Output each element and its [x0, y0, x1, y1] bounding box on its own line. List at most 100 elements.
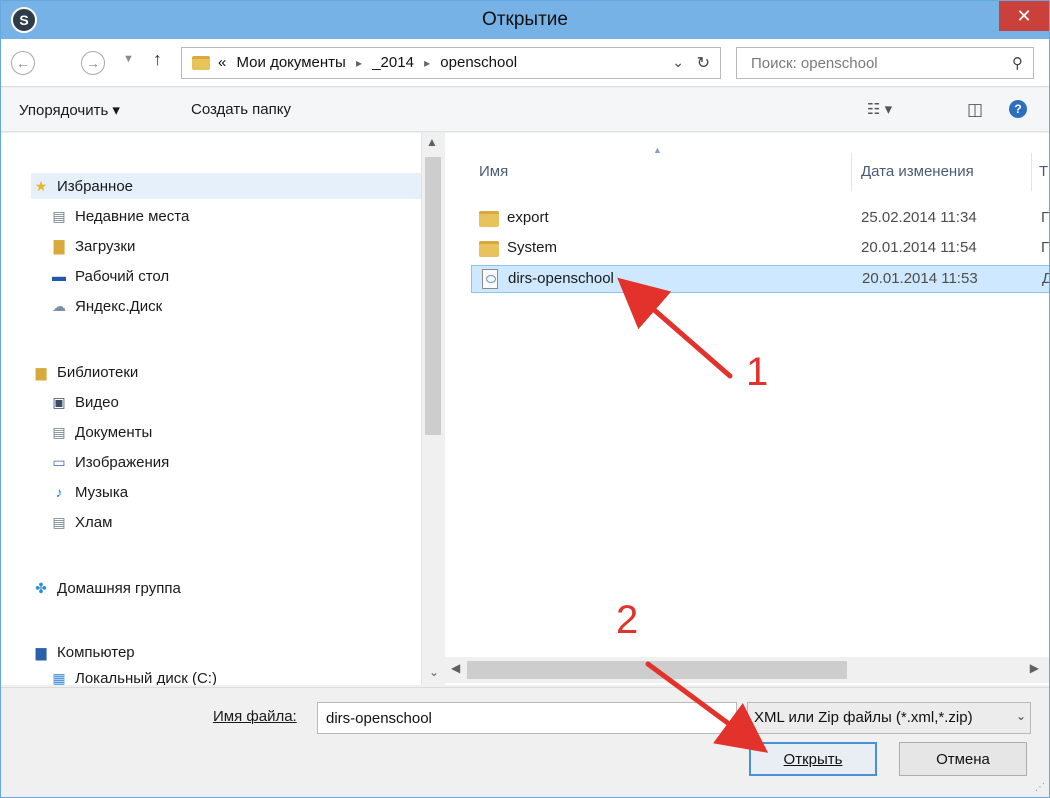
folder-icon: [479, 211, 499, 227]
downloads-folder-icon: ▇: [53, 237, 65, 254]
new-folder-button[interactable]: Создать папку: [191, 101, 291, 118]
sidebar-item-video[interactable]: ▣ Видео: [49, 389, 119, 415]
breadcrumb-overflow[interactable]: «: [218, 54, 226, 71]
sidebar-item-downloads[interactable]: ▇ Загрузки: [49, 233, 136, 259]
file-type: Г: [1041, 239, 1049, 256]
file-row-dirs-openschool[interactable]: dirs-openschool 20.01.2014 11:53 Д: [471, 265, 1049, 293]
local-disk-icon: ▦: [52, 669, 66, 686]
sidebar-item-local-disk[interactable]: ▦ Локальный диск (C:): [49, 665, 217, 686]
help-icon[interactable]: ?: [1009, 100, 1027, 118]
back-button[interactable]: ←: [11, 51, 35, 75]
star-icon: ★: [34, 177, 48, 194]
file-type-select[interactable]: XML или Zip файлы (*.xml,*.zip) ⌄: [747, 702, 1031, 734]
pictures-library-icon: ▭: [52, 453, 66, 470]
file-name: export: [507, 209, 549, 226]
folder-icon: [192, 56, 210, 70]
xml-document-icon: [482, 269, 498, 289]
sidebar-item-label: Рабочий стол: [75, 267, 170, 285]
breadcrumb-openschool[interactable]: openschool: [440, 54, 517, 71]
search-icon[interactable]: ⚲: [1012, 54, 1023, 72]
back-arrow-icon: ←: [16, 55, 30, 71]
scroll-right-icon[interactable]: ▶: [1030, 661, 1039, 675]
sidebar-item-yandex-disk[interactable]: ☁ Яндекс.Диск: [49, 293, 162, 319]
annotation-step-2: 2: [616, 598, 639, 642]
organize-button[interactable]: Упорядочить ▾: [19, 101, 120, 119]
sidebar-item-label: Документы: [75, 423, 153, 441]
scrollbar-thumb[interactable]: [467, 661, 847, 679]
column-header-name[interactable]: Имя: [479, 163, 508, 180]
computer-icon: ▆: [35, 643, 47, 660]
breadcrumb-separator-icon[interactable]: ▸: [356, 56, 362, 70]
file-type: Г: [1041, 209, 1049, 226]
breadcrumb-separator-icon[interactable]: ▸: [424, 56, 430, 70]
sidebar-item-label: Недавние места: [75, 207, 190, 225]
title-bar: S Открытие ✕: [1, 1, 1049, 39]
breadcrumb-2014[interactable]: _2014: [372, 54, 414, 71]
sidebar-computer[interactable]: ▆ Компьютер: [31, 639, 135, 665]
cloud-drive-icon: ☁: [52, 297, 66, 314]
file-name: System: [507, 239, 558, 256]
column-divider[interactable]: [851, 153, 852, 191]
sidebar-libraries[interactable]: ▆ Библиотеки: [31, 359, 139, 385]
scrollbar-thumb[interactable]: [425, 157, 441, 435]
command-toolbar: Упорядочить ▾ Создать папку ☷ ▾ ◫ ?: [1, 88, 1049, 132]
sidebar-item-documents[interactable]: ▤ Документы: [49, 419, 152, 445]
search-input[interactable]: Поиск: openschool: [751, 55, 878, 72]
column-divider[interactable]: [1031, 153, 1032, 191]
sort-ascending-icon: ▲: [653, 145, 662, 155]
sidebar-item-label: Изображения: [75, 453, 170, 471]
resize-grip-icon[interactable]: ⋰: [1035, 782, 1045, 793]
up-button[interactable]: ↑: [153, 49, 162, 70]
sidebar-item-label: Загрузки: [75, 237, 136, 255]
address-bar[interactable]: « Мои документы ▸ _2014 ▸ openschool ⌄ ↻: [181, 47, 721, 79]
preview-pane-icon[interactable]: ◫: [967, 100, 983, 120]
sidebar-item-music[interactable]: ♪ Музыка: [49, 479, 129, 505]
scroll-up-icon[interactable]: ▲: [426, 135, 438, 149]
file-list-horizontal-scrollbar[interactable]: ◀ ▶: [445, 657, 1049, 683]
libraries-icon: ▆: [35, 363, 47, 380]
search-box[interactable]: Поиск: openschool ⚲: [736, 47, 1034, 79]
navigation-pane-scrollbar[interactable]: ▲: [421, 133, 443, 685]
music-library-icon: ♪: [55, 484, 63, 500]
annotation-step-1: 1: [746, 350, 769, 394]
homegroup-icon: ✤: [35, 579, 47, 596]
sidebar-item-label: Яндекс.Диск: [75, 297, 163, 315]
desktop-icon: ▬: [52, 268, 66, 284]
file-list-pane: ▲ Имя Дата изменения Т export 25.02.2014…: [445, 133, 1049, 685]
view-options-icon[interactable]: ☷ ▾: [867, 100, 892, 118]
filename-label: Имя файла:: [213, 708, 297, 725]
sidebar-item-desktop[interactable]: ▬ Рабочий стол: [49, 263, 169, 289]
sidebar-item-label: Хлам: [75, 513, 113, 531]
sidebar-item-label: Библиотеки: [57, 363, 139, 381]
open-button[interactable]: Открыть: [749, 742, 877, 776]
cancel-button-label: Отмена: [936, 750, 990, 768]
file-row-export[interactable]: export 25.02.2014 11:34 Г: [471, 205, 1049, 233]
sidebar-item-label: Видео: [75, 393, 119, 411]
scroll-down-icon[interactable]: ⌄: [429, 665, 439, 679]
refresh-icon[interactable]: ↻: [697, 53, 710, 73]
column-header-date[interactable]: Дата изменения: [861, 163, 974, 180]
sidebar-item-junk[interactable]: ▤ Хлам: [49, 509, 112, 535]
column-header-type[interactable]: Т: [1039, 163, 1048, 180]
forward-button[interactable]: →: [81, 51, 105, 75]
file-date: 25.02.2014 11:34: [861, 209, 977, 226]
navigation-bar: ← → ▼ ↑ « Мои документы ▸ _2014 ▸ opensc…: [1, 39, 1049, 87]
scroll-left-icon[interactable]: ◀: [451, 661, 460, 675]
documents-library-icon: ▤: [52, 423, 66, 440]
navigation-pane: ★ Избранное ▤ Недавние места ▇ Загрузки …: [1, 133, 441, 685]
sidebar-favorites[interactable]: ★ Избранное: [31, 173, 421, 199]
file-row-system[interactable]: System 20.01.2014 11:54 Г: [471, 235, 1049, 263]
sidebar-homegroup[interactable]: ✤ Домашняя группа: [31, 575, 181, 601]
recent-locations-dropdown[interactable]: ▼: [123, 53, 134, 65]
breadcrumb-my-documents[interactable]: Мои документы: [237, 54, 346, 71]
sidebar-item-recent-places[interactable]: ▤ Недавние места: [49, 203, 189, 229]
cancel-button[interactable]: Отмена: [899, 742, 1027, 776]
sidebar-item-label: Избранное: [57, 177, 134, 195]
address-dropdown-icon[interactable]: ⌄: [672, 54, 684, 71]
up-arrow-icon: ↑: [153, 49, 162, 69]
window-title: Открытие: [482, 9, 568, 30]
breadcrumb: « Мои документы ▸ _2014 ▸ openschool: [218, 54, 517, 71]
sidebar-item-pictures[interactable]: ▭ Изображения: [49, 449, 169, 475]
filename-input[interactable]: [317, 702, 737, 734]
close-button[interactable]: ✕: [999, 1, 1049, 31]
